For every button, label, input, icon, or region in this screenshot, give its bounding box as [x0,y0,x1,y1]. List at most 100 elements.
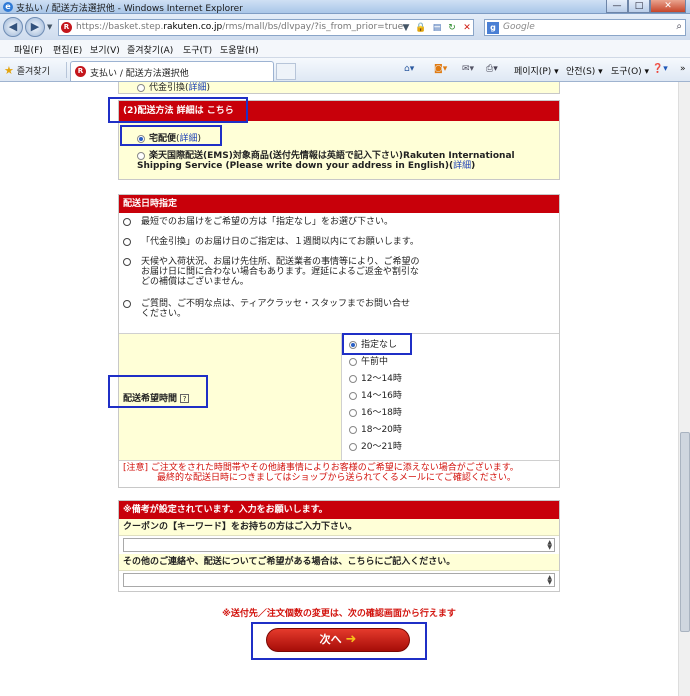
address-dropdown-icon[interactable]: ▼ [399,21,413,35]
time-option-label: 14〜16時 [361,391,402,401]
print-icon[interactable]: ⎙▾ [486,64,498,74]
search-icon[interactable]: ⌕ [676,21,682,32]
favorites-button[interactable]: ★ 즐겨찾기 [4,64,50,77]
menu-bar: 파일(F) 편집(E) 보기(V) 즐겨찾기(A) 도구(T) 도움말(H) [0,40,690,58]
menu-edit[interactable]: 편집(E) [53,43,82,56]
feeds-icon[interactable]: ◙▾ [434,64,447,74]
cod-radio[interactable] [137,83,145,92]
time-option[interactable]: 午前中 [349,354,402,371]
vertical-scrollbar[interactable] [678,82,690,696]
time-radio[interactable] [349,408,357,417]
menu-help[interactable]: 도움말(H) [220,43,259,56]
remarks-section: ※備考が設定されています。入力をお願いします。 クーポンの【キーワード】をお持ち… [118,500,560,592]
warning-line: 最終的な配送日時につきましてはショップから送られてくるメールにてご確認ください。 [157,473,516,483]
time-option[interactable]: 16〜18時 [349,405,402,422]
tab-favicon-icon: R [75,66,86,77]
time-option[interactable]: 14〜16時 [349,388,402,405]
time-option[interactable]: 20〜21時 [349,439,402,456]
delivery-note-text: 天候や入荷状況、お届け先住所、配送業者の事情等により、ご希望のお届け日に間に合わ… [141,257,420,287]
lock-icon[interactable]: 🔒 [414,21,428,35]
close-window-button[interactable]: ✕ [650,0,686,13]
warning-line: [注意] ご注文をされた時間帯やその他諸事情によりお客様のご希望に添えない場合が… [123,463,519,473]
ems-radio[interactable] [137,151,145,160]
scrollbar-thumb[interactable] [680,432,690,632]
time-radio[interactable] [349,374,357,383]
menu-favorites[interactable]: 즐겨찾기(A) [127,43,173,56]
time-radio[interactable] [349,357,357,366]
safety-menu[interactable]: 안전(S) ▾ [566,64,603,77]
other-remarks-label: その他のご連絡や、配送についてご希望がある場合は、こちらにご記入ください。 [119,554,559,571]
delivery-note: 天候や入荷状況、お届け先住所、配送業者の事情等により、ご希望のお届け日に間に合わ… [123,257,423,299]
time-option[interactable]: 18〜20時 [349,422,402,439]
address-toolbar: ◀ ▶ ▼ R https://basket.step.rakuten.co.j… [0,14,690,40]
compat-view-icon[interactable]: ▤ [430,21,444,35]
time-option-label: 20〜21時 [361,442,402,452]
highlight-box [108,375,208,408]
tools-menu[interactable]: 도구(O) ▾ [611,64,649,77]
menu-file[interactable]: 파일(F) [14,43,43,56]
time-option-label: 午前中 [361,357,389,367]
ie-logo-icon: e [3,2,13,12]
time-radio[interactable] [349,442,357,451]
time-option-label: 12〜14時 [361,374,402,384]
google-search-provider-icon: g [487,22,499,34]
forward-button[interactable]: ▶ [25,17,45,37]
history-dropdown-icon[interactable]: ▼ [47,23,52,31]
address-bar[interactable]: R https://basket.step.rakuten.co.jp/rms/… [58,19,474,36]
site-favicon-icon: R [61,22,72,33]
payment-cod-option[interactable]: 代金引換(詳細) [137,82,210,93]
coupon-input[interactable]: ▲ ▼ [123,538,555,552]
minimize-button[interactable]: — [606,0,628,13]
spinner-icon[interactable]: ▲ ▼ [547,540,552,551]
cod-detail-link[interactable]: 詳細 [189,83,207,93]
ems-option[interactable]: 楽天国際配送(EMS)対象商品(送付先情報は英語で記入下さい)Rakuten I… [137,151,547,171]
time-option-label: 16〜18時 [361,408,402,418]
address-url[interactable]: https://basket.step.rakuten.co.jp/rms/ma… [76,22,403,32]
delivery-note: ご質問、ご不明な点は、ティアクラッセ・スタッフまでお問い合せください。 [123,299,413,323]
tab-active[interactable]: R 支払い / 配送方法選択他 [70,61,274,81]
coupon-label: クーポンの【キーワード】をお持ちの方はご入力下さい。 [119,519,559,536]
delivery-note-text: ご質問、ご不明な点は、ティアクラッセ・スタッフまでお問い合せください。 [141,299,411,319]
highlight-box [251,622,427,660]
search-input[interactable]: Google [503,22,535,32]
home-icon[interactable]: ⌂▾ [404,64,414,74]
bullet-icon [123,258,131,266]
new-tab-button[interactable] [276,63,296,80]
tab-title: 支払い / 配送方法選択他 [90,69,189,79]
favorites-bar: ★ 즐겨찾기 R 支払い / 配送方法選択他 ⌂▾ ◙▾ ✉▾ ⎙▾ 페이지(P… [0,58,690,82]
stop-icon[interactable]: ✕ [460,21,474,35]
bullet-icon [123,238,131,246]
maximize-button[interactable]: □ [628,0,650,13]
payment-section: 代金引換(詳細) [118,82,560,94]
window-controls: — □ ✕ [606,0,686,13]
menu-tools[interactable]: 도구(T) [183,43,212,56]
window-title: 支払い / 配送方法選択他 - Windows Internet Explore… [16,4,243,14]
help-icon[interactable]: ❓▾ [652,64,668,74]
delivery-note: 最短でのお届けをご希望の方は「指定なし」をお選び下さい。 [123,217,543,237]
highlight-box [120,125,222,146]
delivery-warning: [注意] ご注文をされた時間帯やその他諸事情によりお客様のご希望に添えない場合が… [123,463,555,483]
refresh-icon[interactable]: ↻ [445,21,459,35]
bullet-icon [123,300,131,308]
menu-view[interactable]: 보기(V) [90,43,120,56]
time-option-label: 18〜20時 [361,425,402,435]
delivery-date-section: 配送日時指定 最短でのお届けをご希望の方は「指定なし」をお選び下さい。 「代金引… [118,194,560,488]
time-radio[interactable] [349,425,357,434]
delivery-note: 「代金引換」のお届け日のご指定は、１週間以内にてお願いします。 [123,237,543,257]
mail-icon[interactable]: ✉▾ [462,64,474,74]
search-box[interactable]: g Google ⌕ [484,19,686,36]
delivery-note-text: 「代金引換」のお届け日のご指定は、１週間以内にてお願いします。 [141,237,419,247]
page-menu[interactable]: 페이지(P) ▾ [514,64,559,77]
time-option[interactable]: 12〜14時 [349,371,402,388]
spinner-icon[interactable]: ▲ ▼ [547,575,552,586]
highlight-box [108,97,248,123]
time-radio[interactable] [349,391,357,400]
cod-label: 代金引換 [149,83,186,93]
more-chevron-icon[interactable]: » [680,64,686,74]
ems-detail-link[interactable]: 詳細 [453,161,471,171]
delivery-notes: 最短でのお届けをご希望の方は「指定なし」をお選び下さい。 「代金引換」のお届け日… [123,217,543,323]
separator [66,62,67,78]
other-remarks-input[interactable]: ▲ ▼ [123,573,555,587]
favorites-star-icon: ★ [4,64,14,77]
back-button[interactable]: ◀ [3,17,23,37]
